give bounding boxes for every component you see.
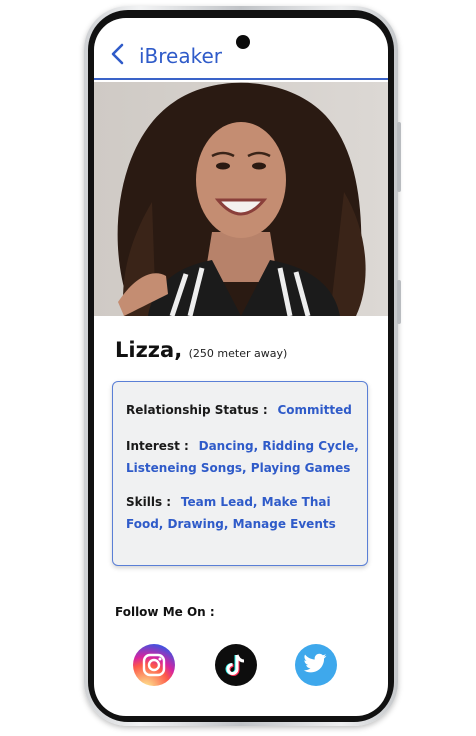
profile-name-row: Lizza, (250 meter away) <box>115 338 287 362</box>
profile-details-card: Relationship Status : Committed Interest… <box>112 381 368 566</box>
skills-row: Skills : Team Lead, Make Thai Food, Draw… <box>126 491 362 535</box>
twitter-button[interactable] <box>295 644 337 686</box>
tiktok-icon <box>225 654 245 676</box>
follow-label: Follow Me On : <box>115 605 215 619</box>
relationship-status-row: Relationship Status : Committed <box>126 399 362 421</box>
phone-frame: iBreaker Lizza, (250 meter away) Relatio… <box>84 6 401 726</box>
relationship-status-value: Committed <box>277 403 352 417</box>
interest-row: Interest : Dancing, Ridding Cycle, Liste… <box>126 435 362 479</box>
volume-button <box>397 122 401 192</box>
profile-name: Lizza, <box>115 338 183 362</box>
profile-photo <box>94 82 388 317</box>
skills-label: Skills : <box>126 495 172 509</box>
app-screen: iBreaker Lizza, (250 meter away) Relatio… <box>94 18 388 716</box>
instagram-icon <box>142 653 166 677</box>
relationship-status-label: Relationship Status : <box>126 403 268 417</box>
app-title: iBreaker <box>139 44 223 68</box>
interest-label: Interest : <box>126 439 189 453</box>
instagram-button[interactable] <box>133 644 175 686</box>
app-header: iBreaker <box>94 18 388 80</box>
back-button[interactable] <box>108 42 128 66</box>
front-camera <box>236 35 250 49</box>
profile-distance: (250 meter away) <box>188 347 288 360</box>
twitter-icon <box>303 653 327 673</box>
chevron-left-icon <box>111 43 124 65</box>
tiktok-button[interactable] <box>215 644 257 686</box>
power-button <box>397 280 401 324</box>
